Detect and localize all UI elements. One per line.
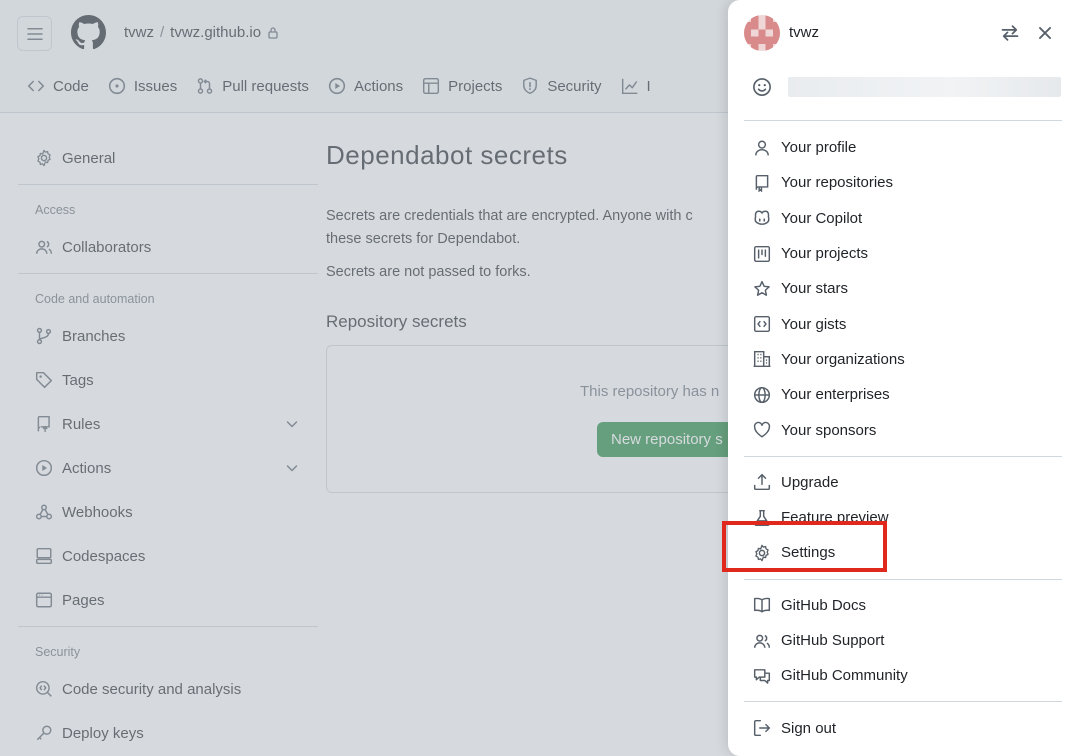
menu-item-github-docs[interactable]: GitHub Docs <box>744 588 1062 623</box>
menu-item-github-support[interactable]: GitHub Support <box>744 623 1062 658</box>
menu-item-label: Sign out <box>781 719 837 737</box>
menu-item-your-profile[interactable]: Your profile <box>744 130 1062 165</box>
divider <box>744 578 1062 580</box>
menu-item-your-projects[interactable]: Your projects <box>744 236 1062 271</box>
repo-icon <box>755 174 769 192</box>
copilot-icon <box>754 210 770 226</box>
menu-item-label: GitHub Docs <box>781 596 867 614</box>
menu-item-github-community[interactable]: GitHub Community <box>744 658 1062 693</box>
menu-item-label: Your enterprises <box>781 386 890 404</box>
gist-icon <box>753 316 771 333</box>
drawer-menu: Your profile Your repositories Your Copi… <box>744 112 1062 746</box>
upload-icon <box>753 474 771 491</box>
menu-item-label: Upgrade <box>781 473 839 491</box>
menu-item-label: Your projects <box>781 245 868 263</box>
menu-item-sign-out[interactable]: Sign out <box>744 710 1062 745</box>
divider <box>744 120 1062 121</box>
divider <box>744 701 1062 703</box>
username: tvwz <box>789 24 819 41</box>
people-icon <box>753 634 771 648</box>
globe-icon <box>753 386 771 403</box>
menu-item-label: Your sponsors <box>781 421 877 439</box>
menu-item-label: Your gists <box>781 315 847 333</box>
menu-item-your-organizations[interactable]: Your organizations <box>744 342 1062 377</box>
divider <box>744 455 1062 457</box>
settings-highlight-box <box>722 521 887 572</box>
star-icon <box>754 280 770 296</box>
switch-account-icon[interactable] <box>1000 23 1020 43</box>
avatar <box>744 15 780 51</box>
menu-item-your-gists[interactable]: Your gists <box>744 306 1062 341</box>
menu-item-label: GitHub Community <box>781 667 908 685</box>
person-icon <box>755 140 769 156</box>
menu-item-label: Your stars <box>781 280 848 298</box>
menu-item-label: Your organizations <box>781 350 905 368</box>
close-icon[interactable] <box>1036 24 1054 42</box>
drawer-header: tvwz <box>728 0 1080 64</box>
menu-item-your-copilot[interactable]: Your Copilot <box>744 201 1062 236</box>
menu-item-your-enterprises[interactable]: Your enterprises <box>744 377 1062 412</box>
menu-item-label: Your repositories <box>781 174 894 192</box>
menu-item-label: GitHub Support <box>781 632 885 649</box>
comment-discussion-icon <box>753 668 771 684</box>
status-placeholder[interactable] <box>788 77 1061 97</box>
heart-icon <box>753 421 771 438</box>
sign-out-icon <box>753 720 771 737</box>
book-icon <box>753 597 771 613</box>
menu-item-label: Your profile <box>781 139 857 157</box>
menu-item-your-stars[interactable]: Your stars <box>744 271 1062 306</box>
menu-item-label: Your Copilot <box>781 209 863 227</box>
user-menu-drawer: tvwz Your profile Your repositories Your… <box>728 0 1080 756</box>
organization-icon <box>753 351 771 368</box>
project-icon <box>753 245 771 262</box>
smiley-icon <box>753 78 771 96</box>
menu-item-upgrade[interactable]: Upgrade <box>744 465 1062 500</box>
set-status-row[interactable] <box>744 72 1066 102</box>
menu-item-your-repositories[interactable]: Your repositories <box>744 165 1062 200</box>
menu-item-your-sponsors[interactable]: Your sponsors <box>744 412 1062 447</box>
